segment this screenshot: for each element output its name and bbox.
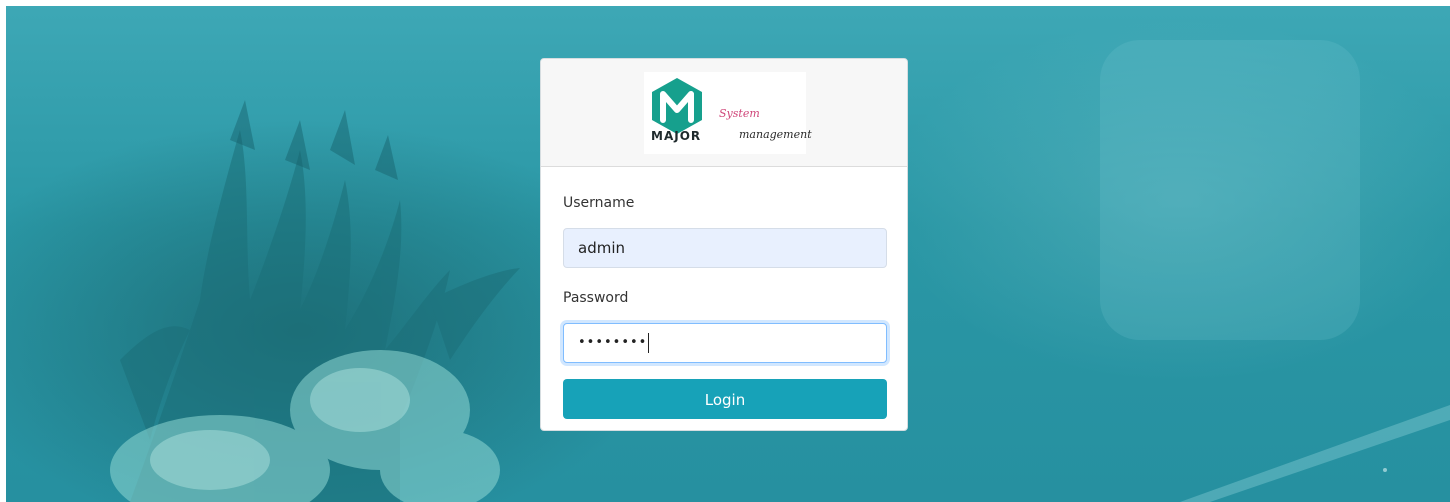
username-value: admin [578, 239, 625, 257]
text-caret [648, 332, 650, 353]
username-label: Username [563, 195, 635, 211]
left-border [0, 0, 6, 502]
top-border [0, 0, 1450, 6]
login-button[interactable]: Login [563, 379, 887, 419]
m-hexagon-logo-icon [652, 78, 702, 134]
logo-system-text: System [719, 107, 760, 120]
password-label: Password [563, 290, 629, 306]
logo-management-text: management [739, 128, 812, 141]
card-header: MAJOR System management [541, 59, 907, 167]
login-page: MAJOR System management Username admin P… [0, 0, 1450, 502]
username-input[interactable]: admin [563, 228, 887, 268]
password-value: •••••••• [578, 335, 648, 350]
brand-logo: MAJOR System management [644, 72, 812, 154]
login-form: Username admin Password •••••••• Login [541, 194, 907, 419]
logo-major-text: MAJOR [651, 129, 702, 143]
password-input[interactable]: •••••••• [563, 323, 887, 363]
login-card: MAJOR System management Username admin P… [540, 58, 908, 431]
